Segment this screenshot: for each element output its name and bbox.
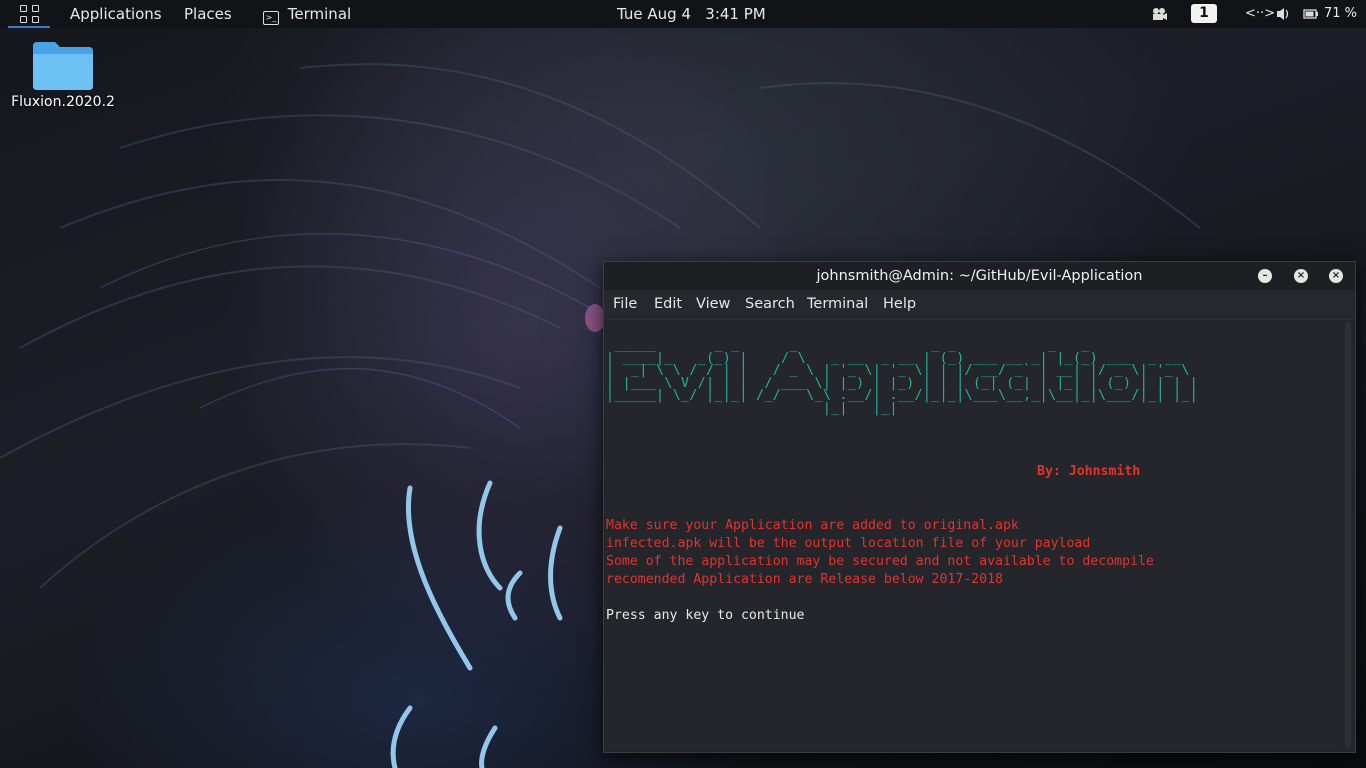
clock[interactable]: Tue Aug 4 3:41 PM xyxy=(617,0,766,28)
folder-icon xyxy=(33,42,93,90)
terminal-icon: >_ xyxy=(263,11,279,25)
terminal-app-menu[interactable]: >_ Terminal xyxy=(263,0,351,28)
volume-icon[interactable] xyxy=(1276,0,1290,28)
top-panel: Applications Places >_ Terminal Tue Aug … xyxy=(0,0,1366,28)
terminal-app-label: Terminal xyxy=(287,5,352,23)
output-line: recomended Application are Release below… xyxy=(606,572,1003,587)
output-line: Make sure your Application are added to … xyxy=(606,518,1019,533)
output-line: Some of the application may be secured a… xyxy=(606,554,1154,569)
folder-label: Fluxion.2020.2 xyxy=(11,94,115,110)
window-titlebar[interactable]: johnsmith@Admin: ~/GitHub/Evil-Applicati… xyxy=(604,262,1355,290)
window-title: johnsmith@Admin: ~/GitHub/Evil-Applicati… xyxy=(816,268,1143,284)
terminal-scrollbar[interactable] xyxy=(1345,322,1351,748)
terminal-output[interactable]: _____ _ _ _ _ _ _ _ | ____|_ _(_) | / \ … xyxy=(604,320,1341,750)
menu-search[interactable]: Search xyxy=(745,290,795,319)
desktop-folder[interactable]: Fluxion.2020.2 xyxy=(10,38,116,110)
continue-prompt: Press any key to continue xyxy=(606,608,805,623)
menu-help[interactable]: Help xyxy=(883,290,916,319)
workspace-indicator[interactable]: 1 xyxy=(1191,4,1217,23)
battery-icon[interactable] xyxy=(1303,0,1319,28)
minimize-icon[interactable]: – xyxy=(1258,269,1272,283)
menu-terminal[interactable]: Terminal xyxy=(807,290,868,319)
maximize-icon[interactable]: × xyxy=(1294,269,1308,283)
close-icon[interactable]: × xyxy=(1329,269,1343,283)
menu-view[interactable]: View xyxy=(696,290,730,319)
network-icon[interactable]: <··> xyxy=(1245,0,1275,28)
battery-percent: 71 % xyxy=(1324,6,1358,21)
author-line: By: Johnsmith xyxy=(1037,464,1141,479)
places-menu[interactable]: Places xyxy=(184,0,232,28)
applications-menu[interactable]: Applications xyxy=(70,0,162,28)
menu-file[interactable]: File xyxy=(613,290,637,319)
menu-edit[interactable]: Edit xyxy=(654,290,682,319)
banner-ascii-art: _____ _ _ _ _ _ _ _ | ____|_ _(_) | / \ … xyxy=(606,338,1199,416)
output-line: infected.apk will be the output location… xyxy=(606,536,1091,551)
terminal-menubar: File Edit View Search Terminal Help xyxy=(604,290,1355,320)
recorder-icon[interactable] xyxy=(1151,0,1167,28)
terminal-window[interactable]: johnsmith@Admin: ~/GitHub/Evil-Applicati… xyxy=(603,261,1356,753)
activities-grid-icon[interactable] xyxy=(8,2,50,28)
